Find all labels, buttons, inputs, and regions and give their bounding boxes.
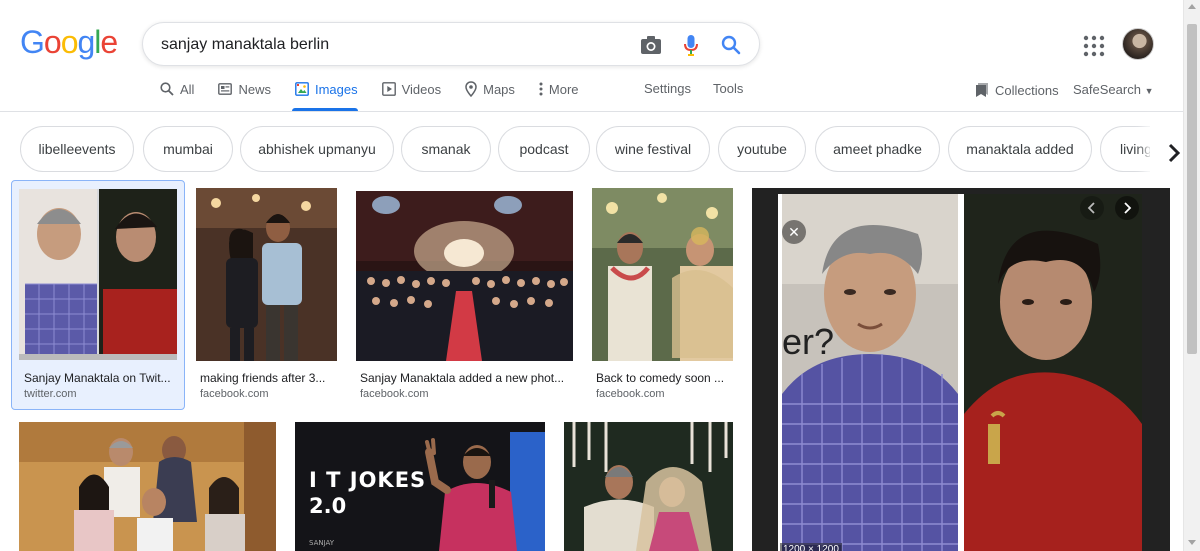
tools-link[interactable]: Tools — [713, 81, 743, 96]
logo-letter: o — [43, 24, 62, 60]
tab-label: Videos — [401, 81, 442, 97]
google-logo[interactable]: Google — [20, 24, 118, 61]
result-caption[interactable]: making friends after 3... — [200, 371, 332, 385]
poster-text-line2: 2.0 — [309, 494, 347, 518]
collections-label: Collections — [995, 82, 1059, 98]
caret-down-icon: ▼ — [1144, 86, 1154, 96]
camera-icon[interactable] — [639, 33, 663, 57]
result-source: twitter.com — [24, 388, 77, 400]
settings-link[interactable]: Settings — [644, 81, 691, 96]
apps-grid-icon[interactable] — [1082, 34, 1106, 58]
chip[interactable]: mumbai — [143, 126, 233, 172]
result-thumbnail[interactable]: I T JOKES 2.0 SANJAY — [295, 422, 545, 551]
tab-videos[interactable]: Videos — [381, 80, 442, 98]
chip[interactable]: abhishek upmanyu — [240, 126, 394, 172]
chip[interactable]: smanak — [401, 126, 491, 172]
image-icon — [295, 82, 309, 96]
result-caption[interactable]: Sanjay Manaktala on Twit... — [24, 371, 176, 385]
microphone-icon[interactable] — [679, 33, 703, 57]
result-thumbnail[interactable] — [356, 191, 573, 361]
logo-letter: e — [100, 24, 118, 60]
result-source: facebook.com — [596, 388, 665, 400]
result-thumbnail[interactable] — [196, 188, 337, 361]
chip[interactable]: libelleevents — [20, 126, 134, 172]
safesearch-label: SafeSearch — [1073, 82, 1141, 97]
tab-maps[interactable]: Maps — [465, 80, 515, 98]
chevron-right-icon — [1168, 143, 1181, 163]
scroll-thumb[interactable] — [1187, 24, 1197, 354]
result-caption[interactable]: Back to comedy soon ... — [596, 371, 730, 385]
scroll-down-icon[interactable] — [1188, 540, 1196, 545]
chip[interactable]: manaktala added — [948, 126, 1092, 172]
poster-text-line1: I T JOKES — [309, 468, 427, 492]
safesearch-dropdown[interactable]: SafeSearch ▼ — [1073, 82, 1153, 97]
bookmark-icon — [976, 83, 988, 97]
search-icon — [160, 82, 174, 96]
search-box[interactable] — [142, 22, 760, 66]
scroll-up-icon[interactable] — [1188, 4, 1196, 9]
more-vertical-icon — [539, 82, 543, 96]
image-dimensions: 1200 × 1200 — [780, 543, 842, 551]
search-tabs: All News Images Videos Maps More — [160, 80, 603, 110]
active-tab-indicator — [292, 108, 358, 111]
related-search-chips: libelleevents mumbai abhishek upmanyu sm… — [20, 126, 1170, 174]
result-source: facebook.com — [360, 388, 429, 400]
poster-text-line3: SANJAY — [309, 539, 335, 547]
result-thumbnail[interactable] — [19, 189, 177, 360]
tab-label: News — [238, 81, 271, 97]
preview-image[interactable]: er? — [778, 194, 1142, 551]
logo-letter: o — [60, 24, 79, 60]
search-icon[interactable] — [719, 33, 743, 57]
logo-letter: g — [77, 24, 95, 60]
chip[interactable]: podcast — [498, 126, 590, 172]
result-thumbnail[interactable] — [592, 188, 733, 361]
preview-overlay-text: er? — [782, 321, 834, 362]
map-pin-icon — [465, 81, 477, 97]
top-bar: Google All News Images — [0, 0, 1200, 112]
tab-all[interactable]: All — [160, 80, 194, 98]
close-icon[interactable]: ✕ — [782, 220, 806, 244]
image-preview-panel: er? — [752, 188, 1170, 551]
tab-label: All — [180, 81, 195, 97]
tab-more[interactable]: More — [539, 80, 579, 98]
chevron-right-icon[interactable] — [1115, 196, 1139, 220]
chip[interactable]: wine festival — [596, 126, 710, 172]
result-caption[interactable]: Sanjay Manaktala added a new phot... — [360, 371, 570, 385]
chevron-left-icon[interactable] — [1080, 196, 1104, 220]
logo-letter: G — [20, 24, 45, 60]
tab-news[interactable]: News — [218, 80, 271, 98]
tab-images[interactable]: Images — [295, 80, 358, 98]
collections-link[interactable]: Collections — [975, 82, 1059, 98]
news-icon — [218, 83, 233, 95]
tab-label: Maps — [483, 81, 515, 97]
chip[interactable]: youtube — [718, 126, 806, 172]
search-input[interactable] — [161, 33, 631, 57]
result-source: facebook.com — [200, 388, 269, 400]
video-icon — [381, 82, 396, 96]
result-thumbnail[interactable] — [19, 422, 276, 551]
chip[interactable]: ameet phadke — [815, 126, 940, 172]
scrollbar[interactable] — [1183, 0, 1200, 551]
tab-label: More — [548, 81, 579, 97]
avatar[interactable] — [1122, 28, 1154, 60]
result-thumbnail[interactable] — [564, 422, 733, 551]
tab-label: Images — [314, 81, 358, 97]
